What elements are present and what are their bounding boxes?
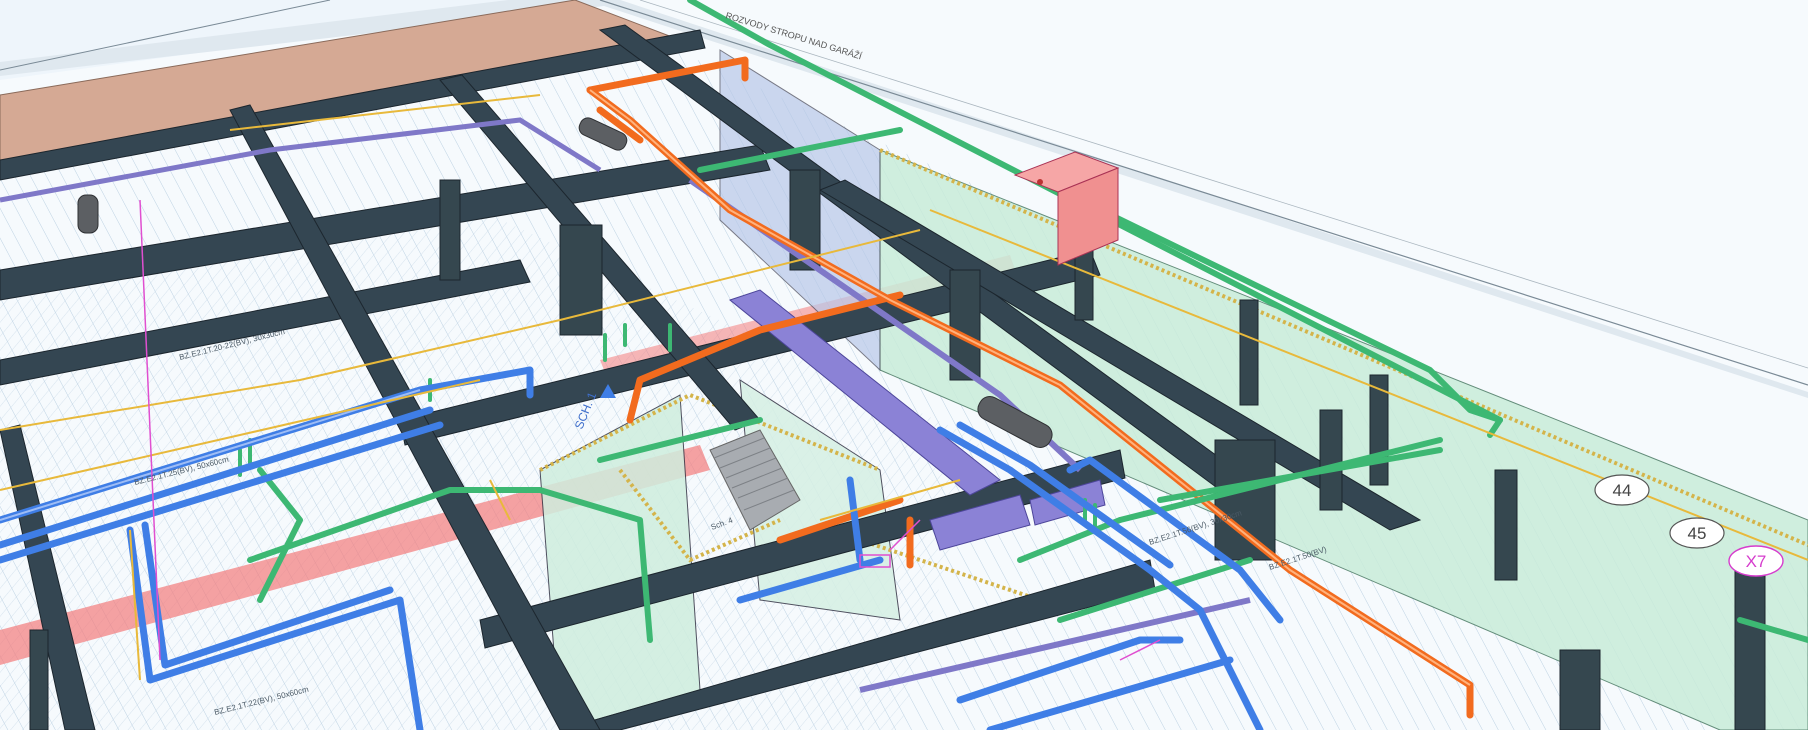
building-services-model[interactable]: ROZVODY STROPU NAD GARÁŽÍ BZ.E2.1T.22(BV… bbox=[0, 0, 1808, 730]
equipment-box-indicator bbox=[1037, 179, 1043, 185]
grid-bubble-44-label: 44 bbox=[1613, 481, 1632, 500]
3d-model-viewport[interactable]: ROZVODY STROPU NAD GARÁŽÍ BZ.E2.1T.22(BV… bbox=[0, 0, 1808, 730]
grid-bubble-45-label: 45 bbox=[1688, 524, 1707, 543]
grid-bubble-44[interactable]: 44 bbox=[1594, 474, 1650, 506]
grid-bubble-45[interactable]: 45 bbox=[1669, 517, 1725, 549]
grid-bubble-x7[interactable]: X7 bbox=[1728, 545, 1784, 577]
grid-bubble-x7-label: X7 bbox=[1746, 552, 1767, 571]
